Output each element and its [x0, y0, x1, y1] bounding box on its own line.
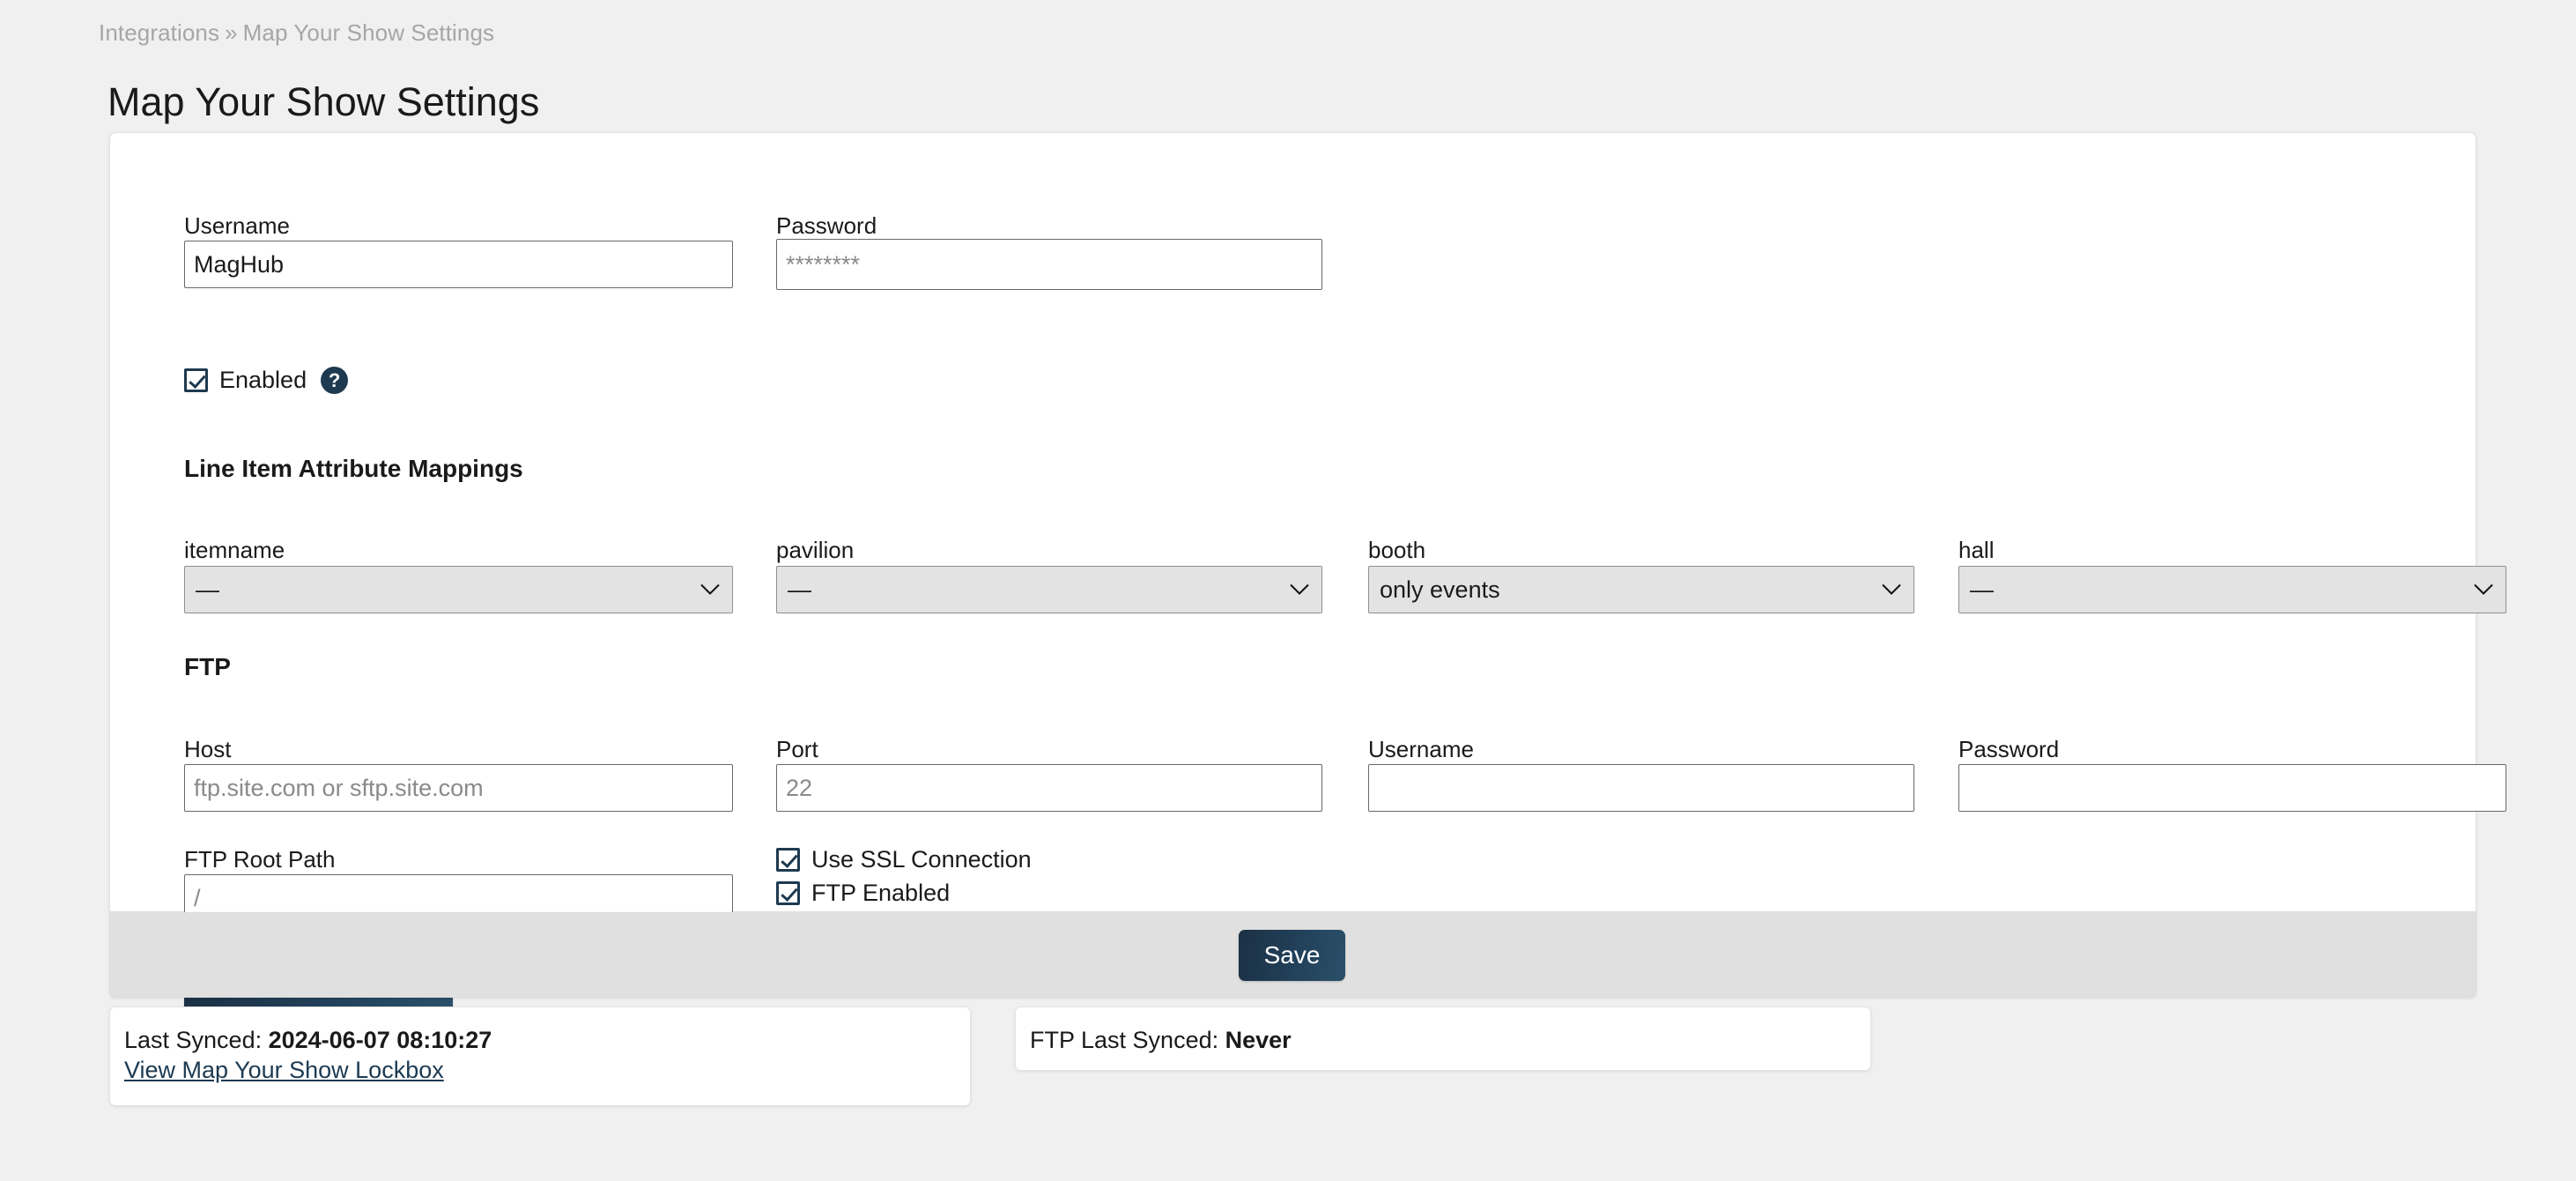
ftp-last-synced-label: FTP Last Synced: — [1030, 1027, 1218, 1053]
password-label: Password — [776, 212, 877, 240]
chevron-down-icon — [2474, 584, 2493, 596]
username-input[interactable] — [184, 241, 733, 288]
ftp-enabled-checkbox-row[interactable]: FTP Enabled — [776, 880, 950, 907]
ftp-password-input[interactable] — [1958, 764, 2506, 812]
app-page: Integrations»Map Your Show Settings Map … — [0, 0, 2576, 1181]
ftp-port-input[interactable] — [776, 764, 1322, 812]
chevron-down-icon — [1882, 584, 1901, 596]
chevron-down-icon — [700, 584, 720, 596]
use-ssl-checkbox-row[interactable]: Use SSL Connection — [776, 846, 1032, 873]
ftp-enabled-label: FTP Enabled — [811, 880, 950, 907]
lockbox-link[interactable]: View Map Your Show Lockbox — [124, 1057, 444, 1084]
mapping-select-pavilion[interactable]: — — [776, 566, 1322, 613]
chevron-down-icon — [1290, 584, 1309, 596]
enabled-checkbox-row[interactable]: Enabled ? — [184, 367, 348, 394]
ftp-username-label: Username — [1368, 736, 1474, 763]
last-synced-card: Last Synced: 2024-06-07 08:10:27 View Ma… — [109, 1006, 971, 1106]
ftp-enabled-checkbox[interactable] — [776, 881, 800, 905]
settings-card: Username Password Enabled ? Line Item At… — [109, 132, 2476, 912]
username-label: Username — [184, 212, 290, 240]
mapping-label-hall: hall — [1958, 537, 1994, 564]
use-ssl-label: Use SSL Connection — [811, 846, 1032, 873]
mapping-label-pavilion: pavilion — [776, 537, 854, 564]
ftp-username-input[interactable] — [1368, 764, 1914, 812]
ftp-last-synced-text: FTP Last Synced: Never — [1030, 1027, 1292, 1054]
breadcrumb: Integrations»Map Your Show Settings — [99, 19, 494, 47]
use-ssl-checkbox[interactable] — [776, 848, 800, 872]
save-button[interactable]: Save — [1239, 930, 1345, 981]
mapping-label-booth: booth — [1368, 537, 1425, 564]
mapping-select-itemname-value: — — [196, 576, 219, 603]
ftp-host-label: Host — [184, 736, 231, 763]
mapping-select-hall[interactable]: — — [1958, 566, 2506, 613]
ftp-port-label: Port — [776, 736, 818, 763]
mapping-select-hall-value: — — [1970, 576, 1994, 603]
help-circle-icon[interactable]: ? — [321, 367, 348, 394]
last-synced-text: Last Synced: 2024-06-07 08:10:27 — [124, 1027, 492, 1054]
card-footer: Save — [109, 912, 2476, 998]
password-input[interactable] — [776, 239, 1322, 290]
last-synced-label: Last Synced: — [124, 1027, 262, 1053]
ftp-last-synced-card: FTP Last Synced: Never — [1015, 1006, 1871, 1071]
enabled-label: Enabled — [219, 367, 307, 394]
ftp-last-synced-value: Never — [1225, 1027, 1292, 1053]
mapping-select-booth-value: only events — [1380, 576, 1500, 603]
breadcrumb-separator: » — [225, 19, 238, 46]
mapping-select-booth[interactable]: only events — [1368, 566, 1914, 613]
mappings-heading: Line Item Attribute Mappings — [184, 455, 523, 483]
mapping-select-pavilion-value: — — [788, 576, 811, 603]
breadcrumb-item-current: Map Your Show Settings — [243, 19, 495, 46]
last-synced-value: 2024-06-07 08:10:27 — [269, 1027, 492, 1053]
breadcrumb-item-integrations[interactable]: Integrations — [99, 19, 219, 46]
ftp-heading: FTP — [184, 653, 231, 681]
ftp-password-label: Password — [1958, 736, 2059, 763]
mapping-select-itemname[interactable]: — — [184, 566, 733, 613]
mapping-label-itemname: itemname — [184, 537, 285, 564]
ftp-host-input[interactable] — [184, 764, 733, 812]
ftp-root-path-label: FTP Root Path — [184, 846, 336, 873]
page-title: Map Your Show Settings — [107, 79, 539, 125]
enabled-checkbox[interactable] — [184, 368, 208, 392]
